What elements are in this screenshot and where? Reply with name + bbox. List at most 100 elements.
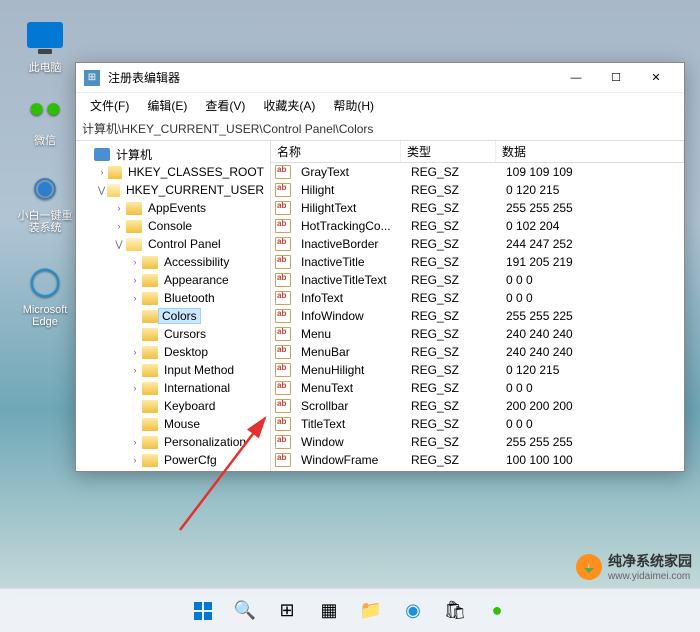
- chevron-right-icon[interactable]: ›: [128, 437, 142, 447]
- maximize-button[interactable]: ☐: [596, 63, 636, 93]
- chevron-right-icon[interactable]: ›: [96, 167, 108, 177]
- tree-node-label: Mouse: [162, 417, 202, 431]
- minimize-button[interactable]: —: [556, 63, 596, 93]
- value-data: 244 247 252: [500, 237, 684, 251]
- edge-taskbar-button[interactable]: ◉: [395, 593, 431, 629]
- registry-tree[interactable]: 计算机›HKEY_CLASSES_ROOT⋁HKEY_CURRENT_USER›…: [76, 141, 271, 471]
- titlebar[interactable]: ⊞ 注册表编辑器 — ☐ ✕: [76, 63, 684, 93]
- tree-node[interactable]: ›Bluetooth: [76, 289, 270, 307]
- chevron-right-icon[interactable]: ›: [112, 203, 126, 213]
- list-item[interactable]: TitleTextREG_SZ0 0 0: [271, 415, 684, 433]
- tree-node[interactable]: Cursors: [76, 325, 270, 343]
- list-item[interactable]: InactiveBorderREG_SZ244 247 252: [271, 235, 684, 253]
- value-type: REG_SZ: [405, 453, 500, 467]
- desktop-icon-label: Microsoft Edge: [15, 304, 75, 328]
- chevron-right-icon[interactable]: ›: [128, 365, 142, 375]
- value-data: 0 102 204: [500, 219, 684, 233]
- menu-file[interactable]: 文件(F): [82, 95, 137, 116]
- chevron-down-icon[interactable]: ⋁: [96, 185, 107, 196]
- tree-node[interactable]: Colors: [76, 307, 270, 325]
- chevron-right-icon[interactable]: ›: [128, 257, 142, 267]
- tree-node[interactable]: ⋁Control Panel: [76, 235, 270, 253]
- tree-node[interactable]: ›Desktop: [76, 343, 270, 361]
- tree-node[interactable]: ›HKEY_CLASSES_ROOT: [76, 163, 270, 181]
- tree-node[interactable]: Mouse: [76, 415, 270, 433]
- tree-node[interactable]: ›Personalization: [76, 433, 270, 451]
- folder-icon: [142, 382, 158, 395]
- chevron-down-icon[interactable]: ⋁: [112, 239, 126, 250]
- list-item[interactable]: MenuHilightREG_SZ0 120 215: [271, 361, 684, 379]
- value-data: 0 120 215: [500, 183, 684, 197]
- chevron-right-icon[interactable]: ›: [112, 221, 126, 231]
- chevron-right-icon[interactable]: ›: [128, 293, 142, 303]
- chevron-right-icon[interactable]: ›: [128, 347, 142, 357]
- list-item[interactable]: HotTrackingCo...REG_SZ0 102 204: [271, 217, 684, 235]
- desktop-icon-wechat[interactable]: ●● 微信: [15, 88, 75, 148]
- string-value-icon: [275, 219, 291, 233]
- list-item[interactable]: InactiveTitleREG_SZ191 205 219: [271, 253, 684, 271]
- list-item[interactable]: MenuBarREG_SZ240 240 240: [271, 343, 684, 361]
- tree-node[interactable]: ›PowerCfg: [76, 451, 270, 469]
- menu-edit[interactable]: 编辑(E): [139, 95, 195, 116]
- tree-node-label: Appearance: [162, 273, 231, 287]
- list-item[interactable]: WindowREG_SZ255 255 255: [271, 433, 684, 451]
- menubar: 文件(F) 编辑(E) 查看(V) 收藏夹(A) 帮助(H): [76, 93, 684, 117]
- folder-icon: [142, 346, 158, 359]
- chevron-right-icon[interactable]: ›: [128, 383, 142, 393]
- folder-icon: [126, 220, 142, 233]
- close-button[interactable]: ✕: [636, 63, 676, 93]
- tree-node[interactable]: 计算机: [76, 145, 270, 163]
- chevron-right-icon[interactable]: ›: [128, 275, 142, 285]
- desktop-icon-edge[interactable]: ◯ Microsoft Edge: [15, 260, 75, 328]
- folder-icon: [126, 238, 142, 251]
- list-item[interactable]: MenuTextREG_SZ0 0 0: [271, 379, 684, 397]
- list-item[interactable]: ScrollbarREG_SZ200 200 200: [271, 397, 684, 415]
- list-item[interactable]: MenuREG_SZ240 240 240: [271, 325, 684, 343]
- tree-node[interactable]: Keyboard: [76, 397, 270, 415]
- chevron-right-icon[interactable]: ›: [128, 455, 142, 465]
- desktop-icon-label: 小白一键重装系统: [15, 210, 75, 234]
- menu-view[interactable]: 查看(V): [197, 95, 253, 116]
- value-type: REG_SZ: [405, 381, 500, 395]
- desktop-icon-this-pc[interactable]: 此电脑: [15, 15, 75, 75]
- list-item[interactable]: WindowFrameREG_SZ100 100 100: [271, 451, 684, 469]
- string-value-icon: [275, 183, 291, 197]
- desktop-icon-tool[interactable]: ◉ 小白一键重装系统: [15, 166, 75, 234]
- search-button[interactable]: 🔍: [227, 593, 263, 629]
- tree-node[interactable]: ›AppEvents: [76, 199, 270, 217]
- tree-node[interactable]: ⋁HKEY_CURRENT_USER: [76, 181, 270, 199]
- values-list[interactable]: 名称 类型 数据 GrayTextREG_SZ109 109 109Hiligh…: [271, 141, 684, 471]
- list-item[interactable]: InfoWindowREG_SZ255 255 225: [271, 307, 684, 325]
- tree-node[interactable]: ›Quick Actions: [76, 469, 270, 471]
- taskview-button[interactable]: ⊞: [269, 593, 305, 629]
- value-name: WindowFrame: [295, 453, 405, 467]
- tree-node[interactable]: ›Console: [76, 217, 270, 235]
- store-button[interactable]: 🛍: [437, 593, 473, 629]
- menu-favorites[interactable]: 收藏夹(A): [255, 95, 323, 116]
- list-item[interactable]: HilightREG_SZ0 120 215: [271, 181, 684, 199]
- tree-node[interactable]: ›Accessibility: [76, 253, 270, 271]
- column-type[interactable]: 类型: [401, 141, 496, 162]
- folder-icon: [142, 418, 158, 431]
- wechat-taskbar-button[interactable]: ●: [479, 593, 515, 629]
- column-data[interactable]: 数据: [496, 141, 684, 162]
- value-name: InfoWindow: [295, 309, 405, 323]
- value-data: 0 0 0: [500, 381, 684, 395]
- explorer-button[interactable]: 📁: [353, 593, 389, 629]
- tree-node[interactable]: ›Input Method: [76, 361, 270, 379]
- list-item[interactable]: HilightTextREG_SZ255 255 255: [271, 199, 684, 217]
- list-item[interactable]: WindowTextREG_SZ0 0 0: [271, 469, 684, 471]
- folder-icon: [142, 310, 158, 323]
- widgets-button[interactable]: ▦: [311, 593, 347, 629]
- tree-node[interactable]: › Appearance: [76, 271, 270, 289]
- column-name[interactable]: 名称: [271, 141, 401, 162]
- list-item[interactable]: InactiveTitleTextREG_SZ0 0 0: [271, 271, 684, 289]
- value-data: 255 255 255: [500, 435, 684, 449]
- list-item[interactable]: GrayTextREG_SZ109 109 109: [271, 163, 684, 181]
- value-name: HilightText: [295, 201, 405, 215]
- start-button[interactable]: [185, 593, 221, 629]
- tree-node[interactable]: ›International: [76, 379, 270, 397]
- address-bar[interactable]: 计算机\HKEY_CURRENT_USER\Control Panel\Colo…: [76, 117, 684, 141]
- list-item[interactable]: InfoTextREG_SZ0 0 0: [271, 289, 684, 307]
- menu-help[interactable]: 帮助(H): [325, 95, 382, 116]
